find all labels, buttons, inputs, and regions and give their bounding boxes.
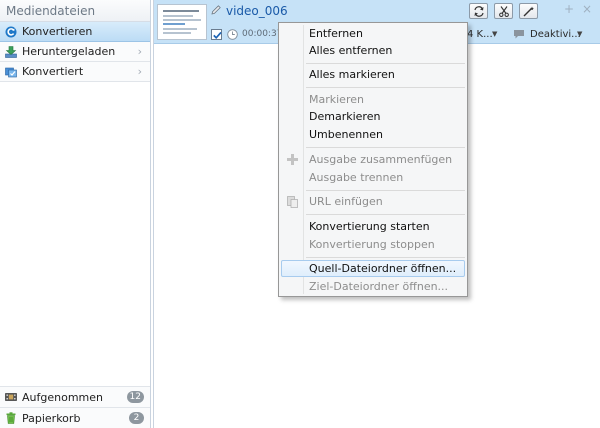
sidebar-item-heruntergeladen[interactable]: Heruntergeladen › [0, 42, 150, 62]
sidebar-header: Mediendateien [0, 0, 150, 22]
menu-separator [306, 190, 465, 191]
download-icon [5, 46, 17, 58]
sidebar-item-konvertieren[interactable]: Konvertieren [0, 22, 150, 42]
sidebar-item-aufgenommen[interactable]: Aufgenommen 12 [0, 386, 150, 407]
sidebar-item-label: Konvertiert [22, 65, 84, 78]
checkmark-icon [213, 31, 222, 40]
convert-icon [5, 26, 17, 38]
menu-separator [306, 63, 465, 64]
file-name[interactable]: video_006 [226, 4, 288, 18]
converted-icon [5, 67, 17, 78]
menu-item-ausgabe-trennen[interactable]: Ausgabe trennen [281, 169, 465, 186]
menu-item-label: Ausgabe zusammenfügen [309, 153, 453, 166]
menu-item-quell-dateiordner-oeffnen[interactable]: Quell-Dateiordner öffnen... [281, 260, 465, 277]
sidebar-item-papierkorb[interactable]: Papierkorb 2 [0, 407, 150, 428]
menu-separator [306, 257, 465, 258]
menu-item-label: URL einfügen [309, 195, 383, 208]
count-badge: 12 [126, 391, 144, 403]
count-badge: 2 [129, 412, 144, 424]
context-menu: Entfernen Alles entfernen Alles markiere… [278, 22, 468, 297]
convert-arrows-icon [474, 6, 484, 17]
sidebar-item-label: Aufgenommen [22, 391, 103, 404]
menu-item-alles-entfernen[interactable]: Alles entfernen [281, 42, 465, 59]
sidebar: Mediendateien Konvertieren Heruntergelad… [0, 0, 151, 428]
chevron-right-icon: › [137, 65, 142, 78]
menu-item-markieren[interactable]: Markieren [281, 91, 465, 108]
close-icon[interactable]: × [582, 2, 592, 16]
sidebar-item-label: Konvertieren [22, 25, 93, 38]
magic-wand-icon [523, 6, 534, 17]
menu-separator [306, 214, 465, 215]
pencil-icon[interactable] [210, 4, 222, 16]
sidebar-item-konvertiert[interactable]: Konvertiert › [0, 62, 150, 82]
menu-item-demarkieren[interactable]: Demarkieren [281, 108, 465, 125]
convert-button[interactable] [469, 3, 488, 19]
subtitle-dropdown[interactable]: Deaktivi... [530, 29, 581, 40]
trash-icon [6, 412, 16, 424]
chevron-right-icon: › [137, 45, 142, 58]
menu-item-alles-markieren[interactable]: Alles markieren [281, 66, 465, 83]
quality-dropdown[interactable]: 4 K... [467, 29, 493, 40]
merge-icon [287, 154, 298, 165]
sidebar-bottom: Aufgenommen 12 Papierkorb 2 [0, 386, 150, 428]
scissors-icon [499, 6, 509, 17]
add-icon[interactable]: + [564, 2, 574, 16]
recorded-icon [5, 393, 17, 401]
clock-icon [227, 29, 238, 40]
effects-button[interactable] [519, 3, 538, 19]
menu-separator [306, 147, 465, 148]
cut-button[interactable] [494, 3, 513, 19]
video-thumbnail[interactable] [157, 4, 207, 40]
menu-item-url-einfuegen[interactable]: URL einfügen [281, 193, 465, 210]
menu-item-umbenennen[interactable]: Umbenennen [281, 126, 465, 143]
sidebar-item-label: Papierkorb [22, 412, 81, 425]
menu-separator [306, 87, 465, 88]
paste-icon [287, 196, 298, 208]
menu-item-ziel-dateiordner-oeffnen[interactable]: Ziel-Dateiordner öffnen... [281, 278, 465, 295]
caret-down-icon[interactable]: ▼ [492, 30, 497, 38]
menu-item-ausgabe-zusammenfuegen[interactable]: Ausgabe zusammenfügen [281, 151, 465, 168]
speech-bubble-icon [514, 30, 524, 39]
menu-item-entfernen[interactable]: Entfernen [281, 25, 465, 42]
duration: 00:00:37 [242, 29, 283, 39]
file-checkbox[interactable] [211, 29, 222, 40]
caret-down-icon[interactable]: ▼ [577, 30, 582, 38]
menu-item-konvertierung-stoppen[interactable]: Konvertierung stoppen [281, 236, 465, 253]
menu-item-konvertierung-starten[interactable]: Konvertierung starten [281, 218, 465, 235]
sidebar-item-label: Heruntergeladen [22, 45, 116, 58]
